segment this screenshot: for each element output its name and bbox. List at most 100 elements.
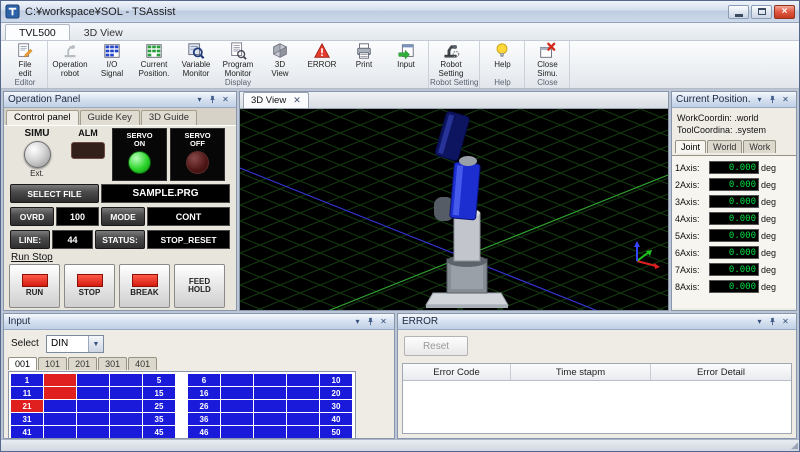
run-button-run[interactable]: RUN	[9, 264, 60, 308]
titlebar[interactable]: C:¥workspace¥SOL - TSAssist ×	[1, 1, 799, 23]
din-cell[interactable]	[110, 374, 142, 386]
ovrd-button[interactable]: OVRD	[10, 207, 54, 226]
din-cell[interactable]: 16	[188, 387, 220, 399]
din-cell[interactable]	[110, 413, 142, 425]
reset-button[interactable]: Reset	[404, 336, 468, 356]
ribbon-tab-tvl500[interactable]: TVL500	[5, 24, 70, 40]
chevron-down-icon[interactable]: ▼	[88, 336, 103, 352]
din-cell[interactable]	[44, 426, 76, 438]
tab-3d-guide[interactable]: 3D Guide	[141, 110, 197, 125]
ribbon-button-input[interactable]: Input	[385, 41, 427, 78]
din-cell[interactable]: 20	[320, 387, 352, 399]
din-cell[interactable]	[110, 387, 142, 399]
column-error-code[interactable]: Error Code	[403, 364, 511, 380]
din-cell[interactable]	[77, 426, 109, 438]
pin-icon[interactable]	[766, 316, 779, 328]
din-cell[interactable]	[254, 413, 286, 425]
menu-down-icon[interactable]: ▾	[753, 94, 766, 106]
din-cell[interactable]: 50	[320, 426, 352, 438]
din-page-tab-201[interactable]: 201	[68, 357, 97, 370]
ribbon-button-operation-robot[interactable]: Operationrobot	[49, 41, 91, 78]
din-cell[interactable]: 36	[188, 413, 220, 425]
mode-button[interactable]: MODE	[101, 207, 145, 226]
din-cell[interactable]	[77, 400, 109, 412]
din-cell[interactable]	[287, 426, 319, 438]
close-icon[interactable]: ✕	[779, 94, 792, 106]
ribbon-button-program-monitor[interactable]: ProgramMonitor	[217, 41, 259, 78]
run-button-feed-hold[interactable]: FEED HOLD	[174, 264, 225, 308]
select-file-button[interactable]: SELECT FILE	[10, 184, 99, 203]
din-cell[interactable]	[44, 400, 76, 412]
din-cell[interactable]	[77, 374, 109, 386]
viewport-3d[interactable]	[240, 109, 668, 310]
din-page-tab-401[interactable]: 401	[128, 357, 157, 370]
din-page-tab-101[interactable]: 101	[38, 357, 67, 370]
ribbon-tab-3d-view[interactable]: 3D View	[70, 24, 137, 40]
column-time-stamp[interactable]: Time stapm	[511, 364, 651, 380]
servo-on-button[interactable]	[128, 151, 151, 174]
tab-control-panel[interactable]: Control panel	[6, 110, 79, 125]
operation-panel-titlebar[interactable]: Operation Panel ▾ ✕	[4, 92, 236, 108]
pin-icon[interactable]	[206, 94, 219, 106]
din-cell[interactable]: 26	[188, 400, 220, 412]
din-page-tab-301[interactable]: 301	[98, 357, 127, 370]
din-cell[interactable]	[221, 413, 253, 425]
din-cell[interactable]	[44, 374, 76, 386]
pin-icon[interactable]	[364, 316, 377, 328]
menu-down-icon[interactable]: ▾	[351, 316, 364, 328]
din-cell[interactable]: 5	[143, 374, 175, 386]
ribbon-button-i-o-signal[interactable]: I/OSignal	[91, 41, 133, 78]
tab-3d-view[interactable]: 3D View ✕	[243, 92, 309, 108]
din-cell[interactable]	[110, 426, 142, 438]
tab-guide-key[interactable]: Guide Key	[80, 110, 140, 125]
error-panel-titlebar[interactable]: ERROR ▾ ✕	[398, 314, 796, 330]
din-cell[interactable]	[221, 387, 253, 399]
din-cell[interactable]: 30	[320, 400, 352, 412]
close-icon[interactable]: ✕	[219, 94, 232, 106]
ribbon-button-3d-view[interactable]: 3DView	[259, 41, 301, 78]
ribbon-button-error[interactable]: ERROR	[301, 41, 343, 78]
din-cell[interactable]	[287, 374, 319, 386]
din-cell[interactable]	[110, 400, 142, 412]
din-cell[interactable]	[254, 426, 286, 438]
ribbon-button-current-position[interactable]: CurrentPosition.	[133, 41, 175, 78]
run-button-stop[interactable]: STOP	[64, 264, 115, 308]
din-cell[interactable]: 31	[11, 413, 43, 425]
ribbon-button-close-simu[interactable]: CloseSimu.	[526, 41, 568, 78]
din-cell[interactable]	[254, 387, 286, 399]
current-position-titlebar[interactable]: Current Position. ▾ ✕	[672, 92, 796, 108]
ribbon-button-file-edit[interactable]: Fileedit	[4, 41, 46, 78]
tab-world[interactable]: World	[707, 140, 742, 153]
din-cell[interactable]	[77, 413, 109, 425]
din-cell[interactable]: 35	[143, 413, 175, 425]
close-icon[interactable]: ✕	[779, 316, 792, 328]
ribbon-button-help[interactable]: Help	[481, 41, 523, 78]
resize-grip[interactable]: ◢	[791, 440, 798, 451]
column-error-detail[interactable]: Error Detail	[651, 364, 791, 380]
din-cell[interactable]	[221, 400, 253, 412]
din-cell[interactable]: 1	[11, 374, 43, 386]
pin-icon[interactable]	[766, 94, 779, 106]
din-cell[interactable]: 10	[320, 374, 352, 386]
ribbon-button-robot-setting[interactable]: RobotSetting	[430, 41, 472, 78]
din-cell[interactable]: 40	[320, 413, 352, 425]
servo-off-button[interactable]	[186, 151, 209, 174]
minimize-button[interactable]	[728, 5, 749, 19]
din-cell[interactable]: 46	[188, 426, 220, 438]
ribbon-button-print[interactable]: Print	[343, 41, 385, 78]
din-cell[interactable]: 45	[143, 426, 175, 438]
din-cell[interactable]: 6	[188, 374, 220, 386]
din-cell[interactable]: 25	[143, 400, 175, 412]
din-cell[interactable]	[221, 374, 253, 386]
din-cell[interactable]	[221, 426, 253, 438]
din-cell[interactable]	[287, 400, 319, 412]
din-cell[interactable]: 21	[11, 400, 43, 412]
din-cell[interactable]: 11	[11, 387, 43, 399]
din-cell[interactable]	[254, 374, 286, 386]
din-cell[interactable]: 15	[143, 387, 175, 399]
din-cell[interactable]	[254, 400, 286, 412]
menu-down-icon[interactable]: ▾	[193, 94, 206, 106]
din-cell[interactable]	[287, 413, 319, 425]
tab-close-icon[interactable]: ✕	[293, 95, 301, 106]
tab-work[interactable]: Work	[743, 140, 776, 153]
